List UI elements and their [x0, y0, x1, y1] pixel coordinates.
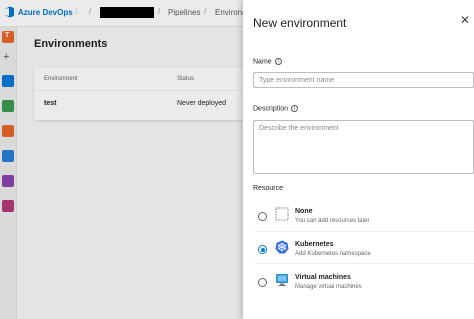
divider	[255, 263, 474, 264]
resource-subtitle: Add Kubernetes namespace	[295, 251, 371, 257]
kubernetes-icon	[275, 240, 289, 254]
name-label-text: Name	[253, 58, 272, 66]
resource-option-none[interactable]: None You can add resources later	[253, 204, 474, 234]
radio-virtual-machines[interactable]	[258, 278, 267, 287]
virtual-machine-icon	[276, 274, 288, 286]
empty-box-icon	[275, 207, 289, 221]
resource-title: None	[295, 208, 313, 215]
modal-overlay[interactable]	[0, 0, 243, 319]
info-icon[interactable]: i	[291, 105, 299, 112]
divider	[255, 231, 474, 232]
resource-label: Resource	[253, 185, 283, 192]
close-icon[interactable]: ✕	[458, 13, 472, 27]
radio-kubernetes[interactable]	[258, 245, 267, 254]
resource-subtitle: You can add resources later	[295, 218, 370, 224]
radio-none[interactable]	[258, 212, 267, 221]
resource-subtitle: Manage virtual machines	[295, 284, 362, 290]
panel-title: New environment	[253, 16, 347, 30]
environment-description-input[interactable]	[253, 120, 474, 174]
info-icon[interactable]: i	[274, 58, 282, 65]
name-label: Name i	[253, 58, 282, 65]
resource-option-virtual-machines[interactable]: Virtual machines Manage virtual machines	[253, 270, 474, 300]
description-label: Description i	[253, 105, 299, 113]
new-environment-panel: New environment ✕ Namei Descriptioni Res…	[243, 0, 474, 319]
description-label-text: Description	[253, 105, 289, 113]
environment-name-input[interactable]	[253, 72, 474, 88]
resource-title: Virtual machines	[295, 274, 351, 281]
resource-title: Kubernetes	[295, 241, 334, 248]
